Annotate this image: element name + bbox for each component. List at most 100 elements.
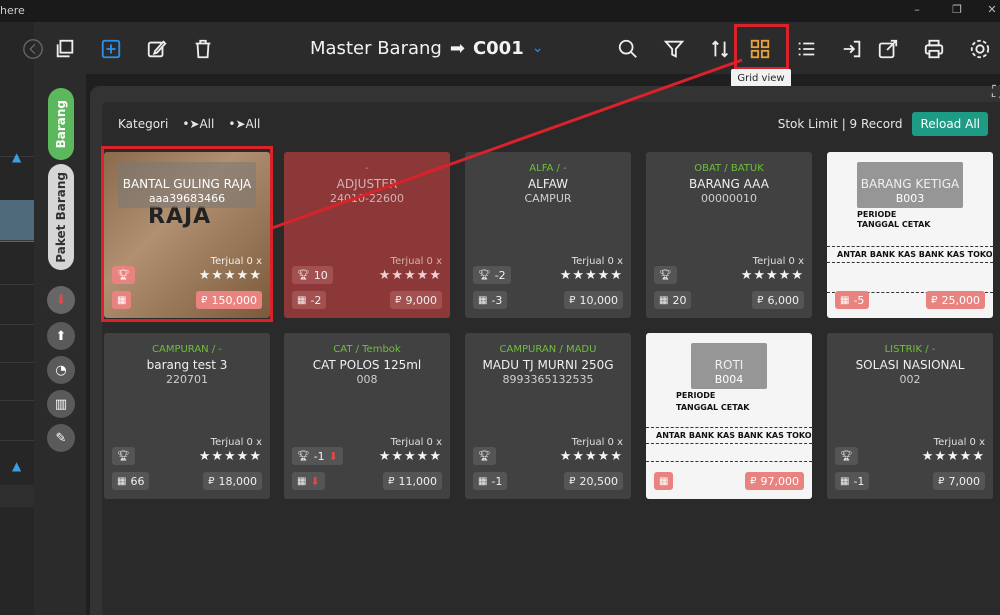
trophy-badge: 🏆︎ -1 ⬇ [292, 447, 343, 465]
stock-badge: ▦ 66 [112, 472, 150, 490]
product-code: 8993365132535 [502, 373, 594, 386]
pie-chart-button[interactable]: ◔ [47, 356, 75, 384]
trophy-icon: 🏆︎ [297, 450, 310, 462]
product-name: barang test 3 [146, 358, 228, 372]
product-card[interactable]: - ADJUSTER 24010-22600 Terjual 0 x ★★★★★… [284, 152, 450, 318]
kategori-all-2[interactable]: •➤All [228, 117, 260, 131]
product-card[interactable]: LISTRIK / - SOLASI NASIONAL 002 Terjual … [827, 333, 993, 499]
arrow-right-icon: ➡ [449, 37, 465, 59]
price-tag-icon: ₽ [931, 294, 938, 306]
product-category: OBAT / BATUK [694, 163, 764, 174]
receipt-sketch: TANGGAL CETAK [676, 403, 750, 412]
product-card[interactable]: OBAT / BATUK BARANG AAA 00000010 Terjual… [646, 152, 812, 318]
sold-count: Terjual 0 x [210, 437, 262, 448]
trophy-icon: 🏆︎ [117, 450, 130, 462]
reload-all-button[interactable]: Reload All [912, 112, 988, 136]
product-code: 24010-22600 [330, 192, 404, 205]
stock-badge: ▦ -2 [292, 291, 327, 309]
sidebar: Barang Paket Barang ⬇ ⬆ ◔ ▥ ✎ [34, 74, 86, 615]
chevron-up-icon[interactable]: ▲ [12, 150, 21, 164]
box-icon: ▦ [659, 475, 669, 487]
sold-count: Terjual 0 x [571, 437, 623, 448]
company-code[interactable]: C001 [473, 38, 524, 59]
tab-paket-barang[interactable]: Paket Barang [48, 164, 74, 270]
rating-stars: ★★★★★ [559, 449, 623, 464]
product-name: ADJUSTER [336, 177, 398, 191]
export-icon[interactable] [875, 36, 901, 62]
import-icon[interactable] [839, 36, 865, 62]
sort-icon[interactable] [707, 36, 733, 62]
chevron-up-icon[interactable]: ▲ [12, 459, 21, 473]
filter-icon[interactable] [661, 36, 687, 62]
product-card[interactable]: CAMPURAN / MADU MADU TJ MURNI 250G 89933… [465, 333, 631, 499]
receipt-sketch: PERIODE [857, 210, 897, 219]
back-icon[interactable] [20, 36, 46, 62]
tab-barang-label: Barang [54, 99, 68, 149]
search-icon[interactable] [615, 36, 641, 62]
stock-badge: ▦ -1 [473, 472, 508, 490]
settings-icon[interactable] [967, 36, 993, 62]
restore-icon[interactable]: ❐ [950, 3, 964, 17]
price-tag-icon: ₽ [569, 475, 576, 487]
tab-barang[interactable]: Barang [48, 88, 74, 160]
product-category: CAT / Tembok [333, 344, 401, 355]
barcode-button[interactable]: ▥ [47, 390, 75, 418]
sort-asc-button[interactable]: ⬆ [47, 322, 75, 350]
trophy-icon: 🏆︎ [478, 269, 491, 281]
trophy-icon: 🏆︎ [659, 269, 672, 281]
toolbar: Master Barang ➡ C001 ⌄ [23, 22, 1000, 74]
sold-count: Terjual 0 x [390, 256, 442, 267]
price-tag-icon: ₽ [757, 294, 764, 306]
sold-count: Terjual 0 x [571, 256, 623, 267]
product-code: B003 [895, 192, 925, 205]
minimize-icon[interactable]: – [910, 3, 924, 17]
price-tag-icon: ₽ [938, 475, 945, 487]
expand-icon[interactable]: ⛶ [992, 82, 1000, 102]
print-icon[interactable] [921, 36, 947, 62]
edit-icon[interactable] [144, 36, 170, 62]
price-badge: ₽10,000 [564, 291, 623, 309]
chevron-down-icon[interactable]: ⌄ [532, 40, 544, 56]
window-titlebar: here – ❐ ✕ [0, 0, 1000, 22]
filter-bar: Kategori •➤All •➤All Stok Limit | 9 Reco… [118, 108, 988, 140]
product-card[interactable]: CAT / Tembok CAT POLOS 125ml 008 Terjual… [284, 333, 450, 499]
copy-icon[interactable] [52, 36, 78, 62]
trophy-icon: 🏆︎ [840, 450, 853, 462]
window-title: here [0, 4, 25, 17]
trophy-badge: 🏆︎ 10 [292, 266, 333, 284]
product-card[interactable]: CAMPURAN / - barang test 3 220701 Terjua… [104, 333, 270, 499]
sold-count: Terjual 0 x [933, 437, 985, 448]
close-icon[interactable]: ✕ [985, 3, 999, 17]
delete-icon[interactable] [190, 36, 216, 62]
price-tag-icon: ₽ [569, 294, 576, 306]
box-icon: ▦ [840, 475, 850, 487]
stock-badge: ▦ 20 [654, 291, 692, 309]
sort-desc-button[interactable]: ⬇ [47, 286, 75, 314]
page-title: Master Barang ➡ C001 ⌄ [310, 35, 543, 61]
sold-count: Terjual 0 x [390, 437, 442, 448]
stock-badge: ▦ -1 [835, 472, 870, 490]
trophy-icon: 🏆︎ [478, 450, 491, 462]
list-view-icon[interactable] [793, 36, 819, 62]
product-code: 008 [356, 373, 378, 386]
money-button[interactable]: ✎ [47, 424, 75, 452]
product-card[interactable]: PERIODE TANGGAL CETAK ANTAR BANK KAS BAN… [827, 152, 993, 318]
sold-count: Terjual 0 x [752, 256, 804, 267]
product-category: CAMPURAN / MADU [499, 344, 597, 355]
rating-stars: ★★★★★ [921, 449, 985, 464]
selected-card-highlight [101, 146, 273, 322]
product-code: CAMPUR [524, 192, 572, 205]
rating-stars: ★★★★★ [559, 268, 623, 283]
box-icon: ▦ [117, 475, 127, 487]
box-icon: ▦ [297, 475, 307, 487]
price-tag-icon: ₽ [388, 475, 395, 487]
product-name: SOLASI NASIONAL [855, 358, 965, 372]
product-name: ALFAW [527, 177, 569, 191]
receipt-sketch: ANTAR BANK KAS BANK KAS TOKO [656, 431, 812, 440]
product-card[interactable]: ALFA / - ALFAW CAMPUR Terjual 0 x ★★★★★ … [465, 152, 631, 318]
rating-stars: ★★★★★ [198, 449, 262, 464]
add-icon[interactable] [98, 36, 124, 62]
kategori-all-1[interactable]: •➤All [182, 117, 214, 131]
product-category: LISTRIK / - [884, 344, 936, 355]
product-card[interactable]: PERIODE TANGGAL CETAK ANTAR BANK KAS BAN… [646, 333, 812, 499]
